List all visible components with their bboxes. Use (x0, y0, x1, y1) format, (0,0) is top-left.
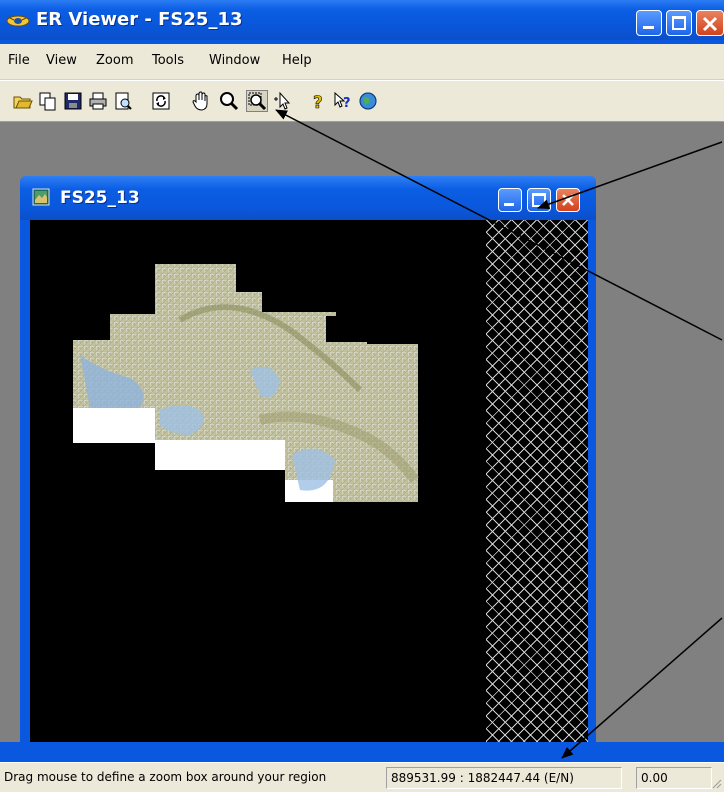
image-window-title: FS25_13 (60, 188, 140, 208)
status-bar: Drag mouse to define a zoom box around y… (0, 762, 724, 792)
refresh-icon (152, 92, 170, 110)
window-title: ER Viewer - FS25_13 (36, 9, 243, 30)
about-globe-icon (359, 92, 377, 110)
refresh-button[interactable] (150, 90, 172, 112)
context-help-icon: ? (334, 91, 351, 111)
image-window: FS25_13 (20, 176, 596, 748)
menu-view[interactable]: View (46, 53, 77, 69)
zoom-box-icon (248, 92, 267, 111)
help-button[interactable]: ? (307, 90, 329, 112)
no-data-hatch-area (486, 220, 588, 742)
pan-button[interactable] (190, 90, 212, 112)
pointer-button[interactable] (271, 90, 293, 112)
save-button[interactable] (62, 90, 84, 112)
save-icon (64, 92, 82, 110)
image-window-title-bar[interactable]: FS25_13 (20, 176, 596, 220)
menu-file[interactable]: File (8, 53, 30, 69)
image-icon (32, 188, 50, 206)
print-preview-button[interactable] (112, 90, 134, 112)
menu-bar: File View Zoom Tools Window Help (0, 44, 724, 80)
pointer-icon (274, 91, 291, 110)
close-icon (562, 194, 574, 206)
context-help-button[interactable]: ? (332, 90, 354, 112)
help-icon: ? (313, 93, 323, 112)
about-button[interactable] (357, 90, 379, 112)
menu-tools[interactable]: Tools (152, 53, 184, 69)
maximize-button[interactable] (666, 10, 692, 36)
svg-text:?: ? (343, 96, 351, 111)
child-close-button[interactable] (556, 188, 580, 212)
minimize-icon (504, 203, 514, 206)
print-icon (89, 92, 107, 110)
er-viewer-window: ER Viewer - FS25_13 File View Zoom Tools… (0, 0, 724, 792)
status-message: Drag mouse to define a zoom box around y… (4, 770, 327, 784)
map-mosaic-image (73, 264, 420, 502)
minimize-icon (643, 26, 654, 29)
maximize-icon (672, 16, 686, 30)
close-button[interactable] (696, 10, 724, 36)
zoom-icon (220, 92, 239, 111)
pan-hand-icon (192, 91, 208, 111)
zoom-box-button[interactable] (246, 90, 268, 112)
status-value: 0.00 (636, 767, 712, 789)
er-viewer-logo-icon (6, 15, 30, 27)
minimize-button[interactable] (636, 10, 662, 36)
copy-icon (39, 92, 56, 111)
child-maximize-button[interactable] (527, 188, 551, 212)
maximize-icon (532, 193, 546, 207)
copy-button[interactable] (37, 90, 59, 112)
toolbar: ? ? (0, 80, 724, 122)
zoom-button[interactable] (218, 90, 240, 112)
close-icon (702, 16, 718, 32)
resize-grip-icon[interactable] (710, 777, 722, 789)
menu-zoom[interactable]: Zoom (96, 53, 133, 69)
open-icon (13, 96, 33, 109)
title-bar[interactable]: ER Viewer - FS25_13 (0, 0, 724, 40)
image-viewport[interactable] (30, 220, 588, 742)
menu-window[interactable]: Window (209, 53, 260, 69)
menu-help[interactable]: Help (282, 53, 312, 69)
svg-text:?: ? (313, 93, 323, 112)
open-button[interactable] (12, 90, 34, 112)
print-button[interactable] (87, 90, 109, 112)
child-minimize-button[interactable] (498, 188, 522, 212)
status-coordinates: 889531.99 : 1882447.44 (E/N) (386, 767, 622, 789)
print-preview-icon (115, 92, 132, 110)
